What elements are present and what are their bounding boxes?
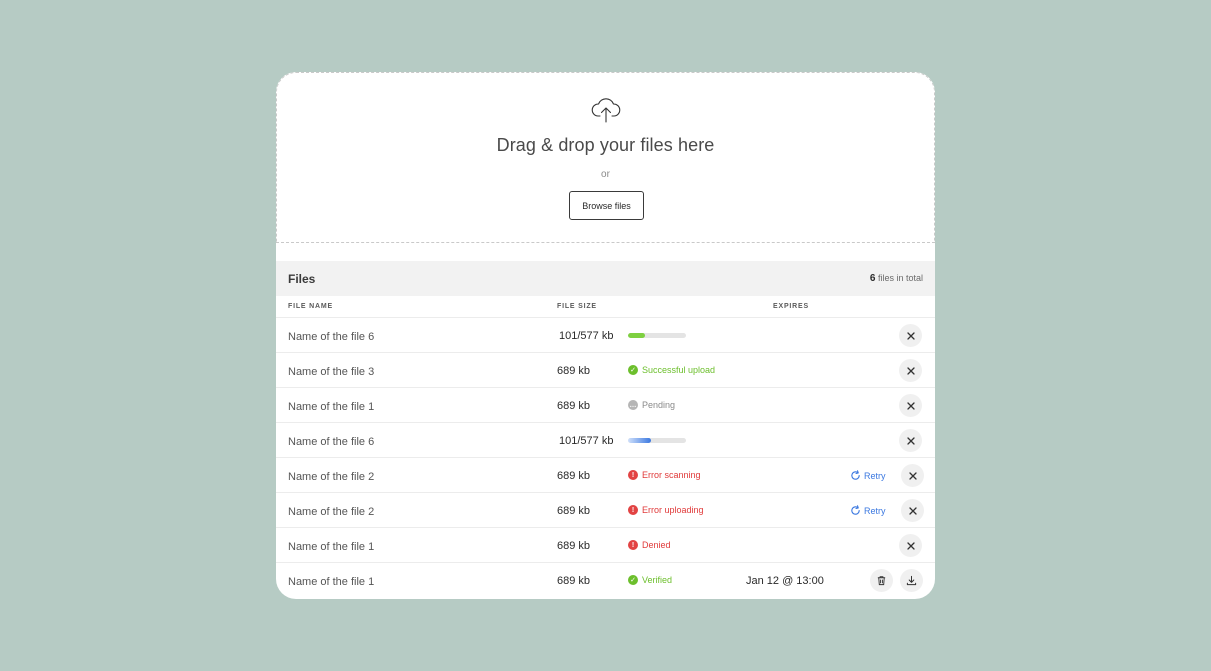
close-icon (906, 541, 915, 550)
file-row: Name of the file 2 689 kb! Error scanning R… (276, 457, 935, 492)
file-size: 689 kb (557, 575, 591, 587)
file-name: Name of the file 1 (288, 401, 375, 413)
check-circle-icon: ✓ (628, 575, 638, 585)
status-badge: ✓ Successful upload (628, 365, 715, 375)
alert-circle-icon: ! (628, 505, 638, 515)
close-icon (906, 401, 915, 410)
close-icon (908, 471, 917, 480)
retry-icon (851, 470, 860, 480)
upload-progress-bar (628, 333, 686, 338)
file-name: Name of the file 2 (288, 506, 375, 518)
alert-circle-icon: ! (628, 540, 638, 550)
files-count-number: 6 (869, 273, 876, 284)
files-header: Files 6 files in total (276, 261, 935, 296)
status-label: Pending (642, 400, 676, 410)
cloud-upload-icon (591, 98, 621, 123)
file-size: 689 kb (557, 540, 591, 552)
file-size: 689 kb (557, 365, 591, 377)
upload-progress-bar (628, 438, 686, 443)
file-size: 101/577 kb (559, 330, 614, 342)
file-row: Name of the file 1 689 kb ✓ Verified Jan 12 … (276, 562, 935, 597)
status-label: Successful upload (642, 365, 716, 375)
status-badge: ! Denied (628, 540, 671, 550)
close-icon (906, 331, 915, 340)
file-size: 101/577 kb (559, 435, 614, 447)
file-row: Name of the file 3 689 kb ✓ Successful uplo… (276, 352, 935, 387)
trash-icon (877, 576, 886, 586)
remove-file-button[interactable] (899, 359, 922, 382)
retry-icon (851, 505, 860, 515)
status-badge: ! Error uploading (628, 505, 704, 515)
drop-or-text: or (601, 169, 610, 180)
file-row: Name of the file 6 101/577 kb (276, 317, 935, 352)
status-label: Denied (642, 540, 671, 550)
upload-card: Drag & drop your files here or Browse fi… (276, 72, 935, 599)
file-row: Name of the file 6 101/577 kb (276, 422, 935, 457)
retry-label: Retry (864, 505, 886, 516)
file-name: Name of the file 3 (288, 366, 375, 378)
files-count-suffix: files in total (877, 273, 923, 283)
upload-progress-fill (628, 438, 652, 443)
remove-file-button[interactable] (901, 464, 924, 487)
remove-file-button[interactable] (899, 394, 922, 417)
download-button[interactable] (900, 569, 923, 592)
pending-circle-icon: … (628, 400, 638, 410)
file-row: Name of the file 2 689 kb! Error uploading… (276, 492, 935, 527)
remove-file-button[interactable] (899, 534, 922, 557)
status-label: Error scanning (642, 470, 701, 480)
file-name: Name of the file 1 (288, 576, 375, 588)
retry-label: Retry (864, 470, 886, 481)
remove-file-button[interactable] (901, 499, 924, 522)
file-row: Name of the file 1 689 kb … Pending (276, 387, 935, 422)
files-title: Files (288, 272, 316, 286)
file-size: 689 kb (557, 505, 591, 517)
status-badge: ✓ Verified (628, 575, 672, 585)
remove-file-button[interactable] (899, 324, 922, 347)
status-label: Error uploading (642, 505, 704, 515)
retry-button[interactable]: Retry (850, 505, 886, 516)
file-name: Name of the file 2 (288, 471, 375, 483)
file-name: Name of the file 6 (288, 331, 375, 343)
close-icon (906, 366, 915, 375)
file-size: 689 kb (557, 470, 591, 482)
close-icon (906, 436, 915, 445)
delete-button[interactable] (870, 569, 893, 592)
expires-date: Jan 12 @ 13:00 (746, 575, 824, 587)
drop-title: Drag & drop your files here (496, 135, 715, 155)
file-name: Name of the file 1 (288, 541, 375, 553)
check-circle-icon: ✓ (628, 365, 638, 375)
alert-circle-icon: ! (628, 470, 638, 480)
retry-button[interactable]: Retry (850, 470, 886, 481)
status-badge: … Pending (628, 400, 675, 410)
browse-files-button[interactable]: Browse files (569, 191, 644, 220)
column-header-file-name: FILE NAME (288, 303, 333, 310)
column-header-file-size: FILE SIZE (557, 303, 597, 310)
file-size: 689 kb (557, 400, 591, 412)
file-row: Name of the file 1 689 kb! Denied (276, 527, 935, 562)
file-name: Name of the file 6 (288, 436, 375, 448)
files-count: 6 files in total (870, 273, 923, 284)
remove-file-button[interactable] (899, 429, 922, 452)
dropzone[interactable]: Drag & drop your files here or Browse fi… (276, 72, 935, 243)
download-icon (906, 575, 917, 586)
status-badge: ! Error scanning (628, 470, 701, 480)
close-icon (908, 506, 917, 515)
upload-progress-fill (628, 333, 646, 338)
status-label: Verified (642, 575, 673, 585)
column-header-expires: EXPIRES (773, 303, 809, 310)
